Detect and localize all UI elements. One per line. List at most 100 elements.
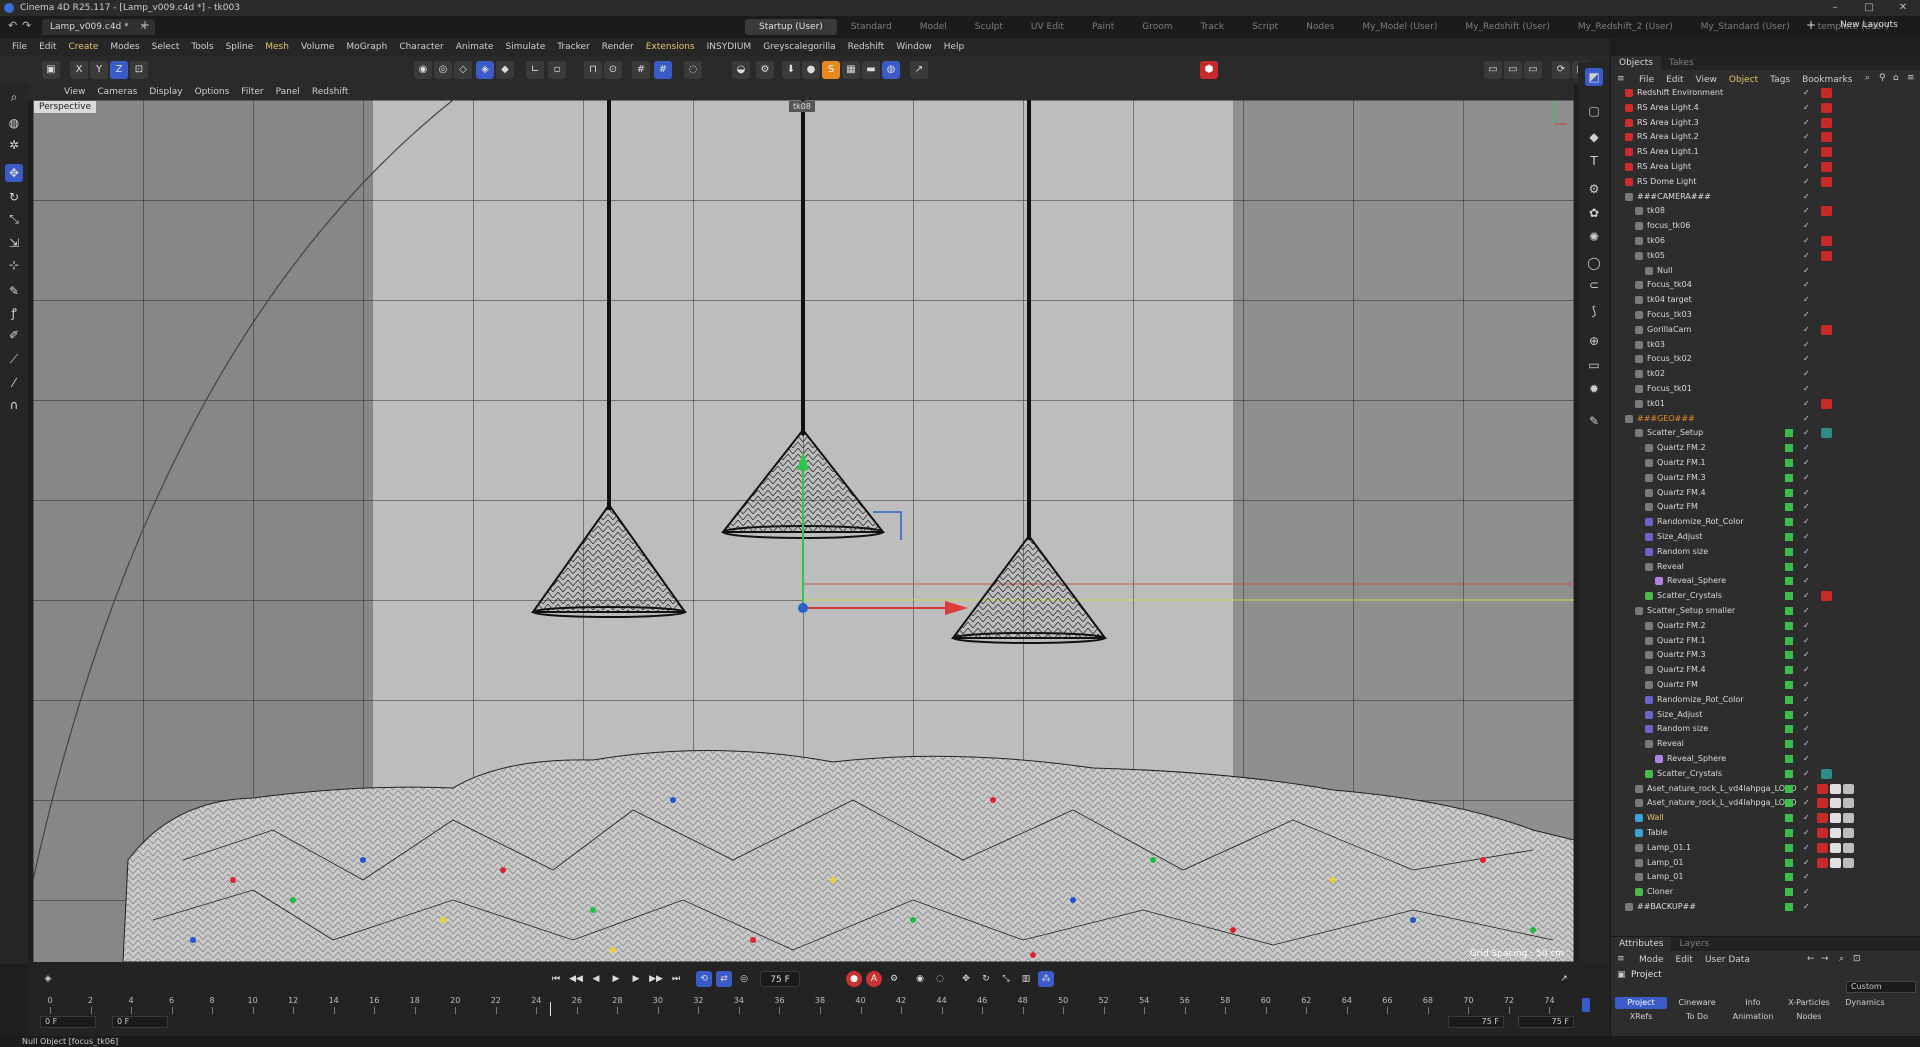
enabled-check-icon[interactable]: ✓ xyxy=(1803,487,1810,499)
om-menu-view[interactable]: View xyxy=(1690,74,1723,86)
material-tag-icon[interactable] xyxy=(1843,813,1854,824)
object-row[interactable]: Lamp_01.1 ✓ xyxy=(1611,842,1920,854)
object-row[interactable]: RS Area Light.3 ✓ xyxy=(1611,117,1920,129)
refresh-icon[interactable]: ⟳ xyxy=(1552,61,1570,79)
sound-icon[interactable]: ◎ xyxy=(736,971,752,987)
object-mode-icon[interactable]: ◈ xyxy=(476,61,494,79)
layer-color-swatch[interactable] xyxy=(1785,725,1793,734)
next-key-icon[interactable]: ▶▶ xyxy=(648,971,664,987)
enabled-check-icon[interactable]: ✓ xyxy=(1803,250,1810,262)
layer-color-swatch[interactable] xyxy=(1785,488,1793,497)
object-row[interactable]: Quartz FM ✓ xyxy=(1611,501,1920,513)
edges-mode-icon[interactable]: ◎ xyxy=(434,61,452,79)
snap-icon[interactable]: ⊓ xyxy=(584,61,602,79)
new-layouts-button[interactable]: New Layouts xyxy=(1840,20,1898,30)
object-row[interactable]: Reveal_Sphere ✓ xyxy=(1611,575,1920,587)
layer-color-swatch[interactable] xyxy=(1785,518,1793,527)
layout-tab[interactable]: Paint xyxy=(1078,19,1128,35)
enabled-check-icon[interactable]: ✓ xyxy=(1803,649,1810,661)
menu-window[interactable]: Window xyxy=(890,42,938,52)
om-search-icon[interactable]: ⌕ xyxy=(1865,73,1870,83)
object-tag-icon[interactable] xyxy=(1821,147,1832,158)
object-row[interactable]: RS Area Light.2 ✓ xyxy=(1611,131,1920,143)
enabled-check-icon[interactable]: ✓ xyxy=(1803,709,1810,721)
go-to-end-icon[interactable]: ⏭ xyxy=(668,971,684,987)
menu-create[interactable]: Create xyxy=(63,42,105,52)
layer-color-swatch[interactable] xyxy=(1785,503,1793,512)
layout-tab[interactable]: Model xyxy=(906,19,961,35)
layer-color-swatch[interactable] xyxy=(1785,799,1793,808)
knife-tool-icon[interactable]: ⁄ xyxy=(5,374,23,392)
object-row[interactable]: tk04 target ✓ xyxy=(1611,294,1920,306)
paint-tool-icon[interactable]: ✐ xyxy=(5,326,23,344)
menu-redshift[interactable]: Redshift xyxy=(842,42,891,52)
object-row[interactable]: Scatter_Crystals ✓ xyxy=(1611,768,1920,780)
material-tag-icon[interactable] xyxy=(1817,798,1828,809)
enabled-check-icon[interactable]: ✓ xyxy=(1803,413,1810,425)
enabled-check-icon[interactable]: ✓ xyxy=(1803,220,1810,232)
tab-takes[interactable]: Takes xyxy=(1661,56,1702,70)
enabled-check-icon[interactable]: ✓ xyxy=(1803,561,1810,573)
layout-tab-startup[interactable]: Startup (User) xyxy=(745,19,837,35)
material-tag-icon[interactable] xyxy=(1830,857,1841,868)
viewport-menu-cameras[interactable]: Cameras xyxy=(91,87,143,97)
attr-menu-mode[interactable]: Mode xyxy=(1633,954,1670,966)
om-menu-tags[interactable]: Tags xyxy=(1764,74,1796,86)
object-row[interactable]: Wall ✓ xyxy=(1611,812,1920,824)
snap-settings-icon[interactable]: ⊙ xyxy=(604,61,622,79)
brush-tool-icon[interactable]: ⟋ xyxy=(5,350,23,368)
menu-tools[interactable]: Tools xyxy=(185,42,219,52)
viewport-menu-panel[interactable]: Panel xyxy=(270,87,306,97)
enabled-check-icon[interactable]: ✓ xyxy=(1803,191,1810,203)
enabled-check-icon[interactable]: ✓ xyxy=(1803,442,1810,454)
layer-color-swatch[interactable] xyxy=(1785,784,1793,793)
layout-tab[interactable]: Sculpt xyxy=(961,19,1017,35)
enabled-check-icon[interactable]: ✓ xyxy=(1803,575,1810,587)
enabled-check-icon[interactable]: ✓ xyxy=(1803,901,1810,913)
enabled-check-icon[interactable]: ✓ xyxy=(1803,783,1810,795)
object-tag-icon[interactable] xyxy=(1821,236,1832,246)
object-tag-icon[interactable] xyxy=(1821,398,1832,409)
om-settings-icon[interactable]: ≡ xyxy=(1907,73,1915,83)
menu-file[interactable]: File xyxy=(6,42,33,52)
workplane-icon[interactable]: ∟ xyxy=(526,61,544,79)
menu-spline[interactable]: Spline xyxy=(220,42,260,52)
enabled-check-icon[interactable]: ✓ xyxy=(1803,738,1810,750)
camera-icon[interactable]: ▭ xyxy=(1585,356,1603,374)
object-row[interactable]: Focus_tk02 ✓ xyxy=(1611,353,1920,365)
enabled-check-icon[interactable]: ✓ xyxy=(1803,205,1810,217)
subtab-info[interactable]: Info xyxy=(1727,997,1779,1009)
external-link-icon[interactable]: ↗ xyxy=(910,61,928,79)
layer-color-swatch[interactable] xyxy=(1785,607,1793,615)
layer-color-swatch[interactable] xyxy=(1785,888,1793,897)
forward-arrow-icon[interactable]: → xyxy=(1821,954,1829,964)
rs-ipr-icon[interactable]: ● xyxy=(802,61,820,79)
material-tag-icon[interactable] xyxy=(1830,813,1841,824)
material-tag-icon[interactable] xyxy=(1843,842,1854,853)
attr-search-icon[interactable]: ⌕ xyxy=(1839,954,1844,964)
move-tool-icon[interactable]: ✥ xyxy=(5,164,23,182)
layer-color-swatch[interactable] xyxy=(1785,873,1793,882)
polygons-mode-icon[interactable]: ◇ xyxy=(454,61,472,79)
enabled-check-icon[interactable]: ✓ xyxy=(1803,87,1810,99)
render-settings-icon[interactable]: ⚙ xyxy=(756,61,774,79)
object-row[interactable]: Quartz FM ✓ xyxy=(1611,679,1920,691)
enabled-check-icon[interactable]: ✓ xyxy=(1803,457,1810,469)
object-row[interactable]: Lamp_01 ✓ xyxy=(1611,857,1920,869)
rs-rendersettings-icon[interactable]: ▦ xyxy=(842,61,860,79)
rotate-tool-icon[interactable]: ↻ xyxy=(5,188,23,206)
enabled-check-icon[interactable]: ✓ xyxy=(1803,102,1810,114)
material-tag-icon[interactable] xyxy=(1843,783,1854,794)
layer-color-swatch[interactable] xyxy=(1785,858,1793,867)
object-row[interactable]: RS Area Light ✓ xyxy=(1611,161,1920,173)
object-row[interactable]: Quartz FM.4 ✓ xyxy=(1611,487,1920,499)
object-row[interactable]: Size_Adjust ✓ xyxy=(1611,531,1920,543)
record-icon[interactable]: ● xyxy=(846,971,862,987)
layer-color-swatch[interactable] xyxy=(1785,459,1793,467)
layout-tab[interactable]: Standard xyxy=(837,19,906,35)
layer-color-swatch[interactable] xyxy=(1785,755,1793,763)
tab-objects[interactable]: Objects xyxy=(1611,56,1662,70)
enabled-check-icon[interactable]: ✓ xyxy=(1803,472,1810,484)
enabled-check-icon[interactable]: ✓ xyxy=(1803,294,1810,306)
attributes-mode-dropdown[interactable]: Custom xyxy=(1846,981,1916,993)
